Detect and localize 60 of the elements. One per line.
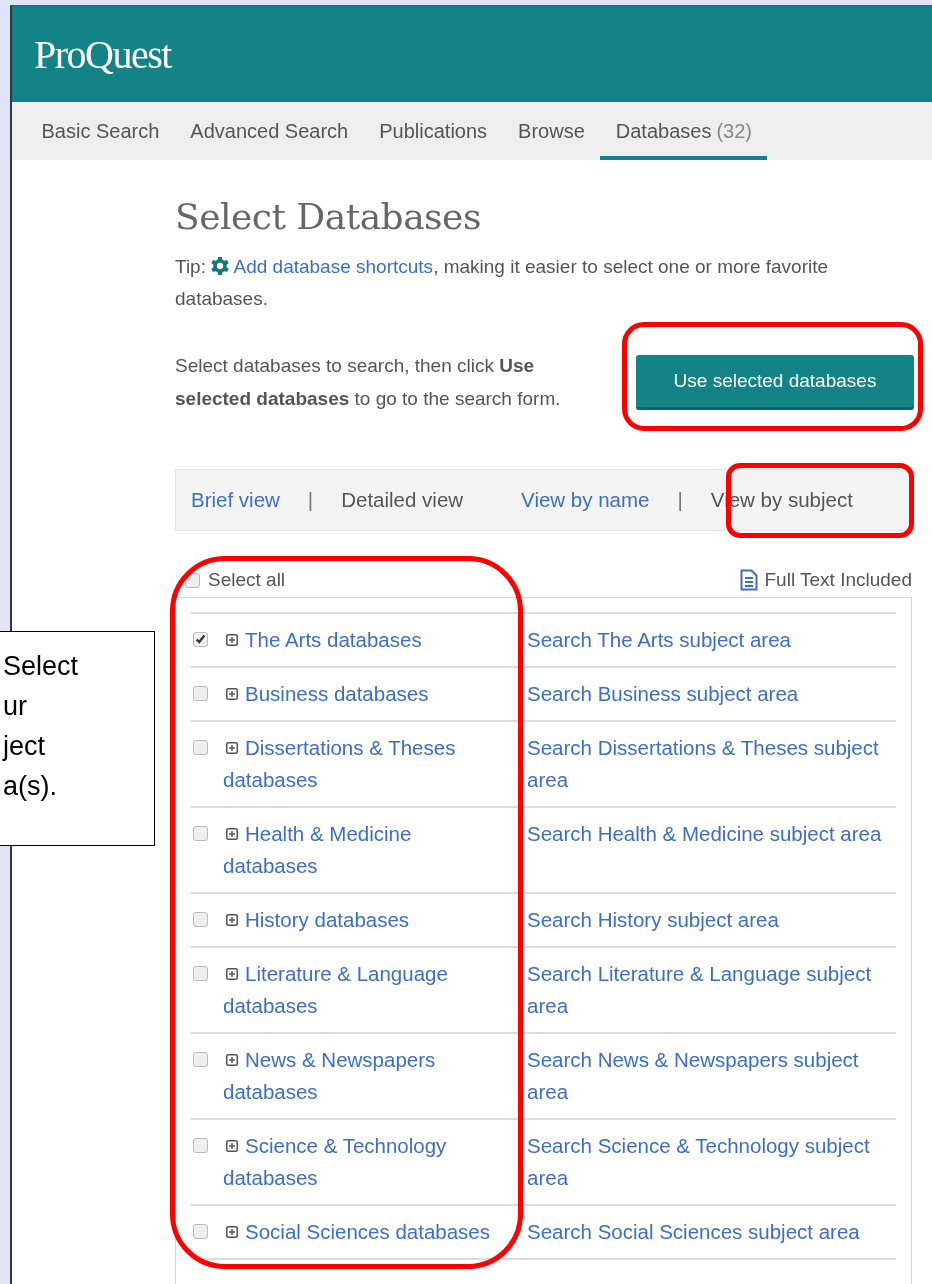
nav-tab[interactable]: Browse xyxy=(502,102,601,160)
expand-icon[interactable] xyxy=(226,1054,238,1066)
tip-text: Tip: Add database shortcuts, making it easier to select one or more favorite databases. xyxy=(175,255,830,311)
subject-search-link[interactable]: Search The Arts subject area xyxy=(527,624,883,656)
select-all-label: Select all xyxy=(208,569,286,591)
subject-link[interactable]: The Arts databases xyxy=(223,624,504,656)
subject-link[interactable]: Health & Medicine databases xyxy=(223,818,504,882)
logo[interactable]: ProQuest xyxy=(34,30,171,78)
subject-link[interactable]: Dissertations & Theses databases xyxy=(223,732,504,796)
subject-search-link[interactable]: Search News & Newspapers subject area xyxy=(527,1044,883,1108)
expand-icon[interactable] xyxy=(226,968,238,980)
callout-text: a(s). xyxy=(3,770,57,803)
subject-link[interactable]: News & Newspapers databases xyxy=(223,1044,504,1108)
gear-icon xyxy=(211,257,230,275)
subject-search-link[interactable]: Search Literature & Language subject area xyxy=(527,958,883,1022)
subject-checkbox[interactable] xyxy=(193,912,208,927)
view-option[interactable]: Detailed view xyxy=(341,488,464,512)
instruction-text: Select databases to search, then click Use selected databases to go to the search form. xyxy=(175,354,562,411)
page-title: Select Databases xyxy=(175,196,482,237)
nav-tab[interactable]: Basic Search xyxy=(26,102,175,160)
expand-icon[interactable] xyxy=(226,634,238,646)
subject-checkbox[interactable] xyxy=(193,632,208,647)
legend-label: Full Text Included xyxy=(764,569,912,591)
separator: | xyxy=(677,488,683,512)
callout-text: ur xyxy=(3,690,27,723)
subject-checkbox[interactable] xyxy=(193,740,208,755)
expand-icon[interactable] xyxy=(226,688,238,700)
subject-search-link[interactable]: Search Business subject area xyxy=(527,678,883,710)
expand-icon[interactable] xyxy=(226,914,238,926)
expand-icon[interactable] xyxy=(226,1140,238,1152)
subject-search-link[interactable]: Search Dissertations & Theses subject area xyxy=(527,732,883,796)
subject-link[interactable]: Business databases xyxy=(223,678,504,710)
nav-tab[interactable]: Advanced Search xyxy=(174,102,364,160)
view-option[interactable]: View by name xyxy=(521,488,650,512)
subject-link[interactable]: Science & Technology databases xyxy=(223,1130,504,1194)
subject-search-link[interactable]: Search Health & Medicine subject area xyxy=(527,818,883,850)
subject-checkbox[interactable] xyxy=(193,826,208,841)
subject-search-link[interactable]: Search History subject area xyxy=(527,904,883,936)
document-icon xyxy=(740,569,759,591)
expand-icon[interactable] xyxy=(226,1226,238,1238)
subject-link[interactable]: Literature & Language databases xyxy=(223,958,504,1022)
shortcuts-link[interactable]: Add database shortcuts xyxy=(233,256,434,277)
subject-checkbox[interactable] xyxy=(193,1052,208,1067)
expand-icon[interactable] xyxy=(226,828,238,840)
subject-link[interactable]: History databases xyxy=(223,904,504,936)
nav-tab[interactable]: Publications xyxy=(363,102,503,160)
nav-tab[interactable]: Databases (32) xyxy=(600,102,768,160)
subject-checkbox[interactable] xyxy=(193,966,208,981)
subject-checkbox[interactable] xyxy=(193,1138,208,1153)
separator: | xyxy=(307,488,314,512)
callout-text: Select xyxy=(3,650,79,683)
use-selected-button[interactable]: Use selected databases xyxy=(636,354,914,410)
subject-search-link[interactable]: Search Social Sciences subject area xyxy=(527,1216,883,1248)
expand-icon[interactable] xyxy=(226,742,238,754)
subject-search-link[interactable]: Search Science & Technology subject area xyxy=(527,1130,883,1194)
callout-text: ject xyxy=(3,730,46,763)
view-option[interactable]: Brief view xyxy=(191,488,280,512)
subject-link[interactable]: Social Sciences databases xyxy=(223,1216,504,1248)
subject-checkbox[interactable] xyxy=(193,686,208,701)
subject-checkbox[interactable] xyxy=(193,1224,208,1239)
